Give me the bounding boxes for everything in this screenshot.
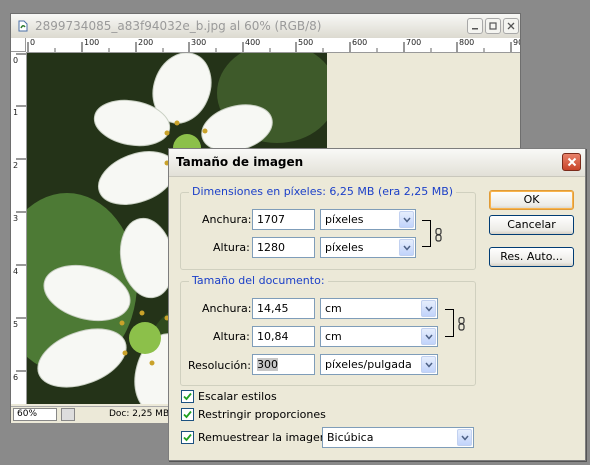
ruler-label: 5 bbox=[13, 320, 19, 329]
photoshop-document-icon bbox=[18, 20, 28, 32]
ruler-label: 0 bbox=[13, 56, 19, 65]
vertical-ruler[interactable]: 0 1 2 3 4 5 6 bbox=[11, 52, 27, 404]
ruler-label: 100 bbox=[84, 38, 100, 47]
resample-checkbox[interactable] bbox=[181, 431, 194, 444]
dropdown-arrow bbox=[421, 328, 436, 345]
chevron-down-icon bbox=[402, 217, 411, 223]
resample-method-select[interactable]: Bicúbica bbox=[322, 427, 474, 448]
resolution-input[interactable]: 300 bbox=[252, 354, 315, 375]
pixel-dimensions-legend: Dimensiones en píxeles: 6,25 MB (era 2,2… bbox=[189, 185, 457, 198]
zoom-field[interactable]: 60% bbox=[13, 408, 57, 421]
resolution-value: 300 bbox=[257, 358, 278, 371]
close-document-button[interactable] bbox=[503, 18, 519, 34]
constrain-bracket bbox=[422, 220, 431, 247]
dropdown-arrow bbox=[421, 300, 436, 317]
resolution-unit: píxeles/pulgada bbox=[325, 358, 412, 371]
chain-link-icon bbox=[458, 317, 465, 331]
resolution-unit-select[interactable]: píxeles/pulgada bbox=[320, 354, 438, 375]
close-icon bbox=[507, 22, 515, 30]
doc-width-unit-select[interactable]: cm bbox=[320, 298, 438, 319]
ruler-label: 1 bbox=[13, 108, 19, 117]
doc-height-unit-select[interactable]: cm bbox=[320, 326, 438, 347]
pixel-height-unit-select[interactable]: píxeles bbox=[320, 237, 416, 258]
maximize-icon bbox=[489, 22, 497, 30]
constrain-proportions-checkbox[interactable] bbox=[181, 408, 194, 421]
document-title-bar[interactable]: 2899734085_a83f94032e_b.jpg al 60% (RGB/… bbox=[11, 14, 520, 38]
resample-label[interactable]: Remuestrear la imagen: bbox=[198, 431, 330, 444]
ruler-label: 600 bbox=[352, 38, 368, 47]
chevron-down-icon bbox=[424, 306, 433, 312]
chevron-down-icon bbox=[460, 435, 469, 441]
document-title: 2899734085_a83f94032e_b.jpg al 60% (RGB/… bbox=[35, 19, 322, 33]
ruler-label: 500 bbox=[298, 38, 314, 47]
ruler-label: 900 bbox=[513, 38, 520, 47]
pixel-dimensions-group: Dimensiones en píxeles: 6,25 MB (era 2,2… bbox=[180, 185, 476, 270]
dropdown-arrow bbox=[457, 429, 472, 446]
cancel-button[interactable]: Cancelar bbox=[489, 215, 574, 235]
checkmark-icon bbox=[183, 392, 192, 401]
ruler-label: 2 bbox=[13, 161, 19, 170]
pixel-height-unit: píxeles bbox=[325, 241, 364, 254]
resample-method: Bicúbica bbox=[327, 431, 374, 444]
status-bar: 60% Doc: 2,25 MB/ bbox=[11, 406, 173, 423]
pixel-width-input[interactable]: 1707 bbox=[252, 209, 315, 230]
chain-link-icon bbox=[435, 228, 442, 242]
chevron-down-icon bbox=[424, 334, 433, 340]
checkmark-icon bbox=[183, 433, 192, 442]
horizontal-ruler[interactable]: 0 100 200 300 400 500 600 700 800 900 bbox=[26, 38, 520, 53]
chevron-down-icon bbox=[424, 362, 433, 368]
document-size-info: Doc: 2,25 MB/ bbox=[109, 409, 173, 419]
close-dialog-button[interactable] bbox=[562, 153, 581, 171]
document-size-legend: Tamaño del documento: bbox=[189, 274, 328, 287]
ok-button[interactable]: OK bbox=[489, 190, 574, 210]
minimize-icon bbox=[472, 28, 478, 30]
dialog-title: Tamaño de imagen bbox=[176, 155, 304, 169]
ruler-ticks bbox=[27, 42, 512, 52]
ruler-label: 300 bbox=[191, 38, 207, 47]
constrain-proportions-label[interactable]: Restringir proporciones bbox=[198, 408, 326, 421]
ruler-label: 3 bbox=[13, 214, 19, 223]
pixel-width-unit-select[interactable]: píxeles bbox=[320, 209, 416, 230]
doc-height-unit: cm bbox=[325, 330, 342, 343]
ruler-label: 4 bbox=[13, 267, 19, 276]
maximize-button[interactable] bbox=[485, 18, 501, 34]
ruler-label: 200 bbox=[138, 38, 154, 47]
close-icon bbox=[567, 157, 576, 167]
pixel-width-unit: píxeles bbox=[325, 213, 364, 226]
doc-height-label: Altura: bbox=[213, 330, 250, 343]
dropdown-arrow bbox=[399, 239, 414, 256]
image-size-dialog: Tamaño de imagen Dimensiones en píxeles:… bbox=[168, 148, 586, 461]
dialog-title-bar[interactable]: Tamaño de imagen bbox=[169, 149, 585, 177]
constrain-bracket bbox=[445, 309, 454, 337]
scale-styles-label[interactable]: Escalar estilos bbox=[198, 390, 277, 403]
doc-width-unit: cm bbox=[325, 302, 342, 315]
pixel-width-label: Anchura: bbox=[202, 213, 252, 226]
checkmark-icon bbox=[183, 410, 192, 419]
ruler-label: 800 bbox=[459, 38, 475, 47]
doc-height-input[interactable]: 10,84 bbox=[252, 326, 315, 347]
pixel-height-input[interactable]: 1280 bbox=[252, 237, 315, 258]
ruler-label: 400 bbox=[245, 38, 261, 47]
dropdown-arrow bbox=[399, 211, 414, 228]
ruler-label: 0 bbox=[30, 38, 36, 47]
pixel-height-label: Altura: bbox=[213, 241, 250, 254]
ruler-label: 700 bbox=[406, 38, 422, 47]
auto-resolution-button[interactable]: Res. Auto... bbox=[489, 247, 574, 267]
ruler-ticks bbox=[16, 53, 26, 372]
ruler-label: 6 bbox=[13, 373, 19, 382]
doc-width-label: Anchura: bbox=[202, 302, 252, 315]
ruler-origin[interactable] bbox=[11, 38, 26, 52]
status-menu-icon[interactable] bbox=[61, 408, 75, 421]
scale-styles-checkbox[interactable] bbox=[181, 390, 194, 403]
dropdown-arrow bbox=[421, 356, 436, 373]
minimize-button[interactable] bbox=[467, 18, 483, 34]
resolution-label: Resolución: bbox=[188, 359, 251, 372]
chevron-down-icon bbox=[402, 245, 411, 251]
doc-width-input[interactable]: 14,45 bbox=[252, 298, 315, 319]
